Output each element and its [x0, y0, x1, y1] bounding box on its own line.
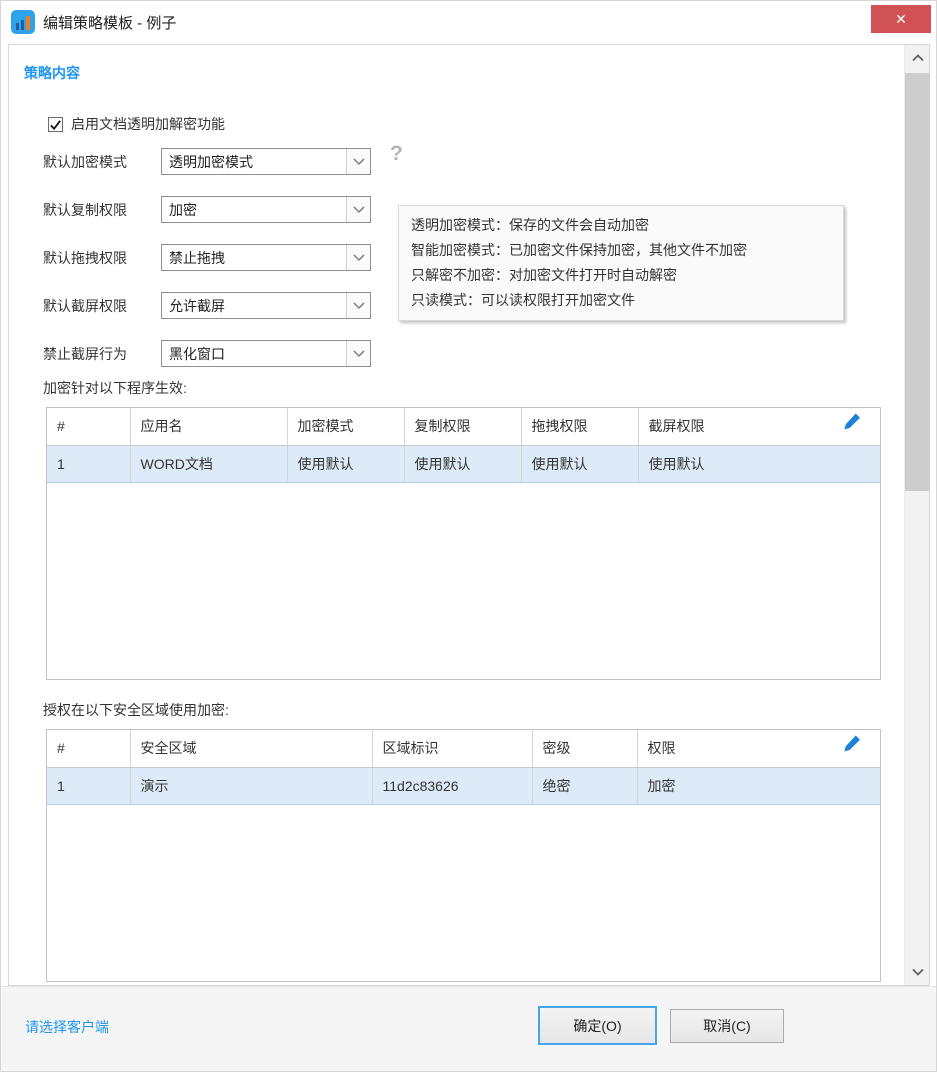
- default-screenshot-permission-select[interactable]: 允许截屏: [161, 292, 371, 319]
- column-header: 应用名: [130, 408, 287, 445]
- screenshot-block-behavior-select[interactable]: 黑化窗口: [161, 340, 371, 367]
- cell: 11d2c83626: [372, 767, 532, 804]
- combo-selected-value: 允许截屏: [162, 296, 346, 316]
- encrypt-mode-tooltip: 透明加密模式：保存的文件会自动加密 智能加密模式：已加密文件保持加密，其他文件不…: [398, 205, 844, 321]
- default-encrypt-mode-select[interactable]: 透明加密模式: [161, 148, 371, 175]
- enable-transparent-encryption-row: 启用文档透明加解密功能: [48, 114, 225, 134]
- combo-selected-value: 黑化窗口: [162, 344, 346, 364]
- column-header: 密级: [532, 730, 637, 767]
- scroll-up-arrow-icon[interactable]: [905, 45, 930, 71]
- enable-transparent-encryption-checkbox[interactable]: [48, 117, 63, 132]
- default-drag-permission-select[interactable]: 禁止拖拽: [161, 244, 371, 271]
- field-label: 默认复制权限: [43, 200, 161, 220]
- tooltip-line: 只读模式：可以读权限打开加密文件: [411, 288, 831, 313]
- column-header: 加密模式: [287, 408, 404, 445]
- chevron-down-icon[interactable]: [346, 197, 370, 222]
- scroll-down-arrow-icon[interactable]: [905, 959, 930, 985]
- checkmark-icon: [49, 118, 62, 131]
- cell: 演示: [130, 767, 372, 804]
- close-button[interactable]: ✕: [871, 5, 931, 33]
- tooltip-line: 智能加密模式：已加密文件保持加密，其他文件不加密: [411, 238, 831, 263]
- chevron-down-icon[interactable]: [346, 149, 370, 174]
- policy-content-panel: 策略内容 启用文档透明加解密功能 默认加密模式 透明加密模式 默认复制权限 加密: [8, 44, 930, 986]
- column-header: 安全区域: [130, 730, 372, 767]
- field-label: 禁止截屏行为: [43, 344, 161, 364]
- chevron-down-icon[interactable]: [346, 341, 370, 366]
- bar-chart-app-icon: [11, 10, 35, 34]
- help-icon[interactable]: ?: [390, 142, 403, 166]
- cell: 使用默认: [287, 445, 404, 482]
- combo-selected-value: 加密: [162, 200, 346, 220]
- default-copy-permission-row: 默认复制权限 加密: [43, 196, 371, 223]
- tooltip-line: 只解密不加密：对加密文件打开时自动解密: [411, 263, 831, 288]
- program-table-row[interactable]: 1 WORD文档 使用默认 使用默认 使用默认 使用默认: [47, 445, 880, 482]
- column-header: 复制权限: [404, 408, 521, 445]
- default-screenshot-permission-row: 默认截屏权限 允许截屏: [43, 292, 371, 319]
- cancel-button[interactable]: 取消(C): [670, 1009, 784, 1043]
- program-table-caption: 加密针对以下程序生效:: [43, 378, 187, 398]
- cell: 加密: [637, 767, 880, 804]
- cell: 绝密: [532, 767, 637, 804]
- tooltip-line: 透明加密模式：保存的文件会自动加密: [411, 213, 831, 238]
- zone-table-row[interactable]: 1 演示 11d2c83626 绝密 加密: [47, 767, 880, 804]
- program-table-header-row: # 应用名 加密模式 复制权限 拖拽权限 截屏权限: [47, 408, 880, 445]
- cell: WORD文档: [130, 445, 287, 482]
- default-drag-permission-row: 默认拖拽权限 禁止拖拽: [43, 244, 371, 271]
- edit-program-table-pencil-icon[interactable]: [842, 410, 864, 432]
- edit-policy-template-dialog: 编辑策略模板 - 例子 ✕ 策略内容 启用文档透明加解密功能 默认加密模式 透明…: [0, 0, 937, 1072]
- edit-zone-table-pencil-icon[interactable]: [842, 732, 864, 754]
- column-header: 拖拽权限: [521, 408, 638, 445]
- default-encrypt-mode-row: 默认加密模式 透明加密模式: [43, 148, 371, 175]
- field-label: 默认截屏权限: [43, 296, 161, 316]
- combo-selected-value: 禁止拖拽: [162, 248, 346, 268]
- select-client-link[interactable]: 请选择客户端: [25, 1017, 109, 1037]
- cell: 使用默认: [638, 445, 880, 482]
- screenshot-block-behavior-row: 禁止截屏行为 黑化窗口: [43, 340, 371, 367]
- ok-button[interactable]: 确定(O): [538, 1006, 657, 1045]
- zone-table: # 安全区域 区域标识 密级 权限 1 演示 11d2c83626 绝密 加密: [46, 729, 881, 982]
- column-header: 区域标识: [372, 730, 532, 767]
- cell: 1: [47, 445, 130, 482]
- default-copy-permission-select[interactable]: 加密: [161, 196, 371, 223]
- scrollbar-thumb[interactable]: [905, 73, 930, 491]
- chevron-down-icon[interactable]: [346, 245, 370, 270]
- cell: 1: [47, 767, 130, 804]
- vertical-scrollbar[interactable]: [904, 45, 929, 985]
- zone-table-caption: 授权在以下安全区域使用加密:: [43, 700, 229, 720]
- window-title: 编辑策略模板 - 例子: [43, 12, 176, 33]
- enable-transparent-encryption-label: 启用文档透明加解密功能: [71, 114, 225, 134]
- close-icon: ✕: [895, 11, 907, 28]
- field-label: 默认拖拽权限: [43, 248, 161, 268]
- field-label: 默认加密模式: [43, 152, 161, 172]
- cell: 使用默认: [404, 445, 521, 482]
- program-table: # 应用名 加密模式 复制权限 拖拽权限 截屏权限 1 WORD文档 使用默认 …: [46, 407, 881, 680]
- chevron-down-icon[interactable]: [346, 293, 370, 318]
- titlebar: 编辑策略模板 - 例子 ✕: [1, 1, 936, 44]
- cell: 使用默认: [521, 445, 638, 482]
- column-header: #: [47, 408, 130, 445]
- section-title: 策略内容: [24, 63, 80, 83]
- zone-table-header-row: # 安全区域 区域标识 密级 权限: [47, 730, 880, 767]
- dialog-footer: 请选择客户端 确定(O) 取消(C): [1, 986, 936, 1072]
- column-header: #: [47, 730, 130, 767]
- combo-selected-value: 透明加密模式: [162, 152, 346, 172]
